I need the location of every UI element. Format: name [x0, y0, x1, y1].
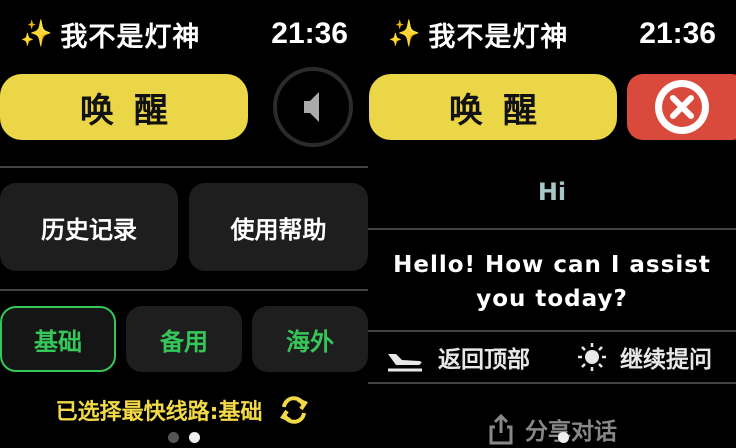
main-screen: ✨ 我不是灯神 21:36 唤醒 历史记录 使用帮助 基础 备用 海外 已选择最…: [0, 0, 368, 448]
route-backup-button[interactable]: 备用: [126, 306, 242, 372]
app-title: 我不是灯神: [60, 21, 201, 53]
divider: [368, 382, 736, 384]
sparkle-icon: ✨: [20, 19, 53, 49]
continue-label: 继续提问: [620, 347, 712, 373]
page-dot-active: [189, 432, 200, 443]
assistant-message: Hello! How can I assist you today?: [393, 252, 711, 312]
speaker-icon: [304, 92, 319, 122]
route-status: 已选择最快线路:基础: [0, 392, 368, 428]
page-dot: [168, 432, 179, 443]
route-overseas-button[interactable]: 海外: [252, 306, 368, 372]
history-button[interactable]: 历史记录: [0, 183, 178, 271]
header: ✨ 我不是灯神 21:36: [20, 12, 348, 56]
chat-screen: ✨ 我不是灯神 21:36 唤醒 Hi Hello! How can I ass…: [368, 0, 736, 448]
sparkle-icon: ✨: [388, 19, 421, 49]
route-status-text: 已选择最快线路:基础: [55, 400, 263, 425]
page-indicator: [168, 432, 200, 443]
back-to-top-label: 返回顶部: [438, 347, 530, 373]
divider: [0, 166, 368, 168]
wake-button[interactable]: 唤醒: [369, 74, 617, 140]
divider: [0, 289, 368, 291]
route-basic-button[interactable]: 基础: [0, 306, 116, 372]
divider: [368, 228, 736, 230]
wake-button[interactable]: 唤醒: [0, 74, 248, 140]
header: ✨ 我不是灯神 21:36: [388, 12, 716, 56]
user-message: Hi: [537, 178, 567, 206]
close-icon: [655, 80, 709, 134]
share-label: 分享对话: [525, 419, 617, 445]
continue-button[interactable]: 继续提问: [576, 340, 712, 374]
app-title: 我不是灯神: [428, 21, 569, 53]
airplane-icon: [388, 354, 422, 372]
mute-button[interactable]: [273, 67, 353, 147]
close-button[interactable]: [627, 74, 736, 140]
back-to-top-button[interactable]: 返回顶部: [386, 340, 530, 374]
help-button[interactable]: 使用帮助: [189, 183, 368, 271]
page-dot-active: [558, 432, 569, 443]
refresh-icon[interactable]: [276, 392, 312, 428]
share-icon: [489, 413, 513, 445]
divider: [368, 330, 736, 332]
page-indicator: [558, 432, 569, 443]
clock: 21:36: [639, 17, 716, 50]
sun-icon: [578, 343, 606, 371]
clock: 21:36: [271, 17, 348, 50]
share-button[interactable]: 分享对话: [368, 412, 736, 446]
